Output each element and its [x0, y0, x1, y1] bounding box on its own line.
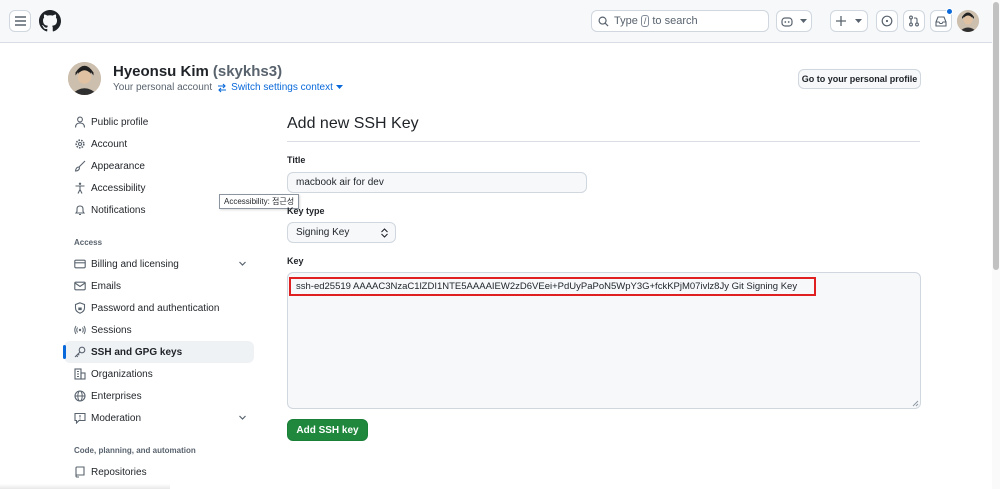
key-type-select[interactable]: Signing Key: [287, 222, 396, 243]
title-divider: [287, 141, 920, 142]
avatar-image: [957, 10, 979, 32]
sidebar-item-label: Notifications: [91, 204, 146, 216]
bell-icon: [74, 205, 86, 216]
sidebar-item-moderation[interactable]: Moderation: [64, 407, 254, 429]
sidebar-item-repositories[interactable]: Repositories: [64, 461, 254, 483]
switch-settings-context-link[interactable]: Switch settings context: [217, 82, 343, 93]
search-prefix-text: Type: [614, 15, 638, 27]
sidebar-item-label: Enterprises: [91, 390, 142, 402]
sidebar-item-password-authentication[interactable]: Password and authentication: [64, 297, 254, 319]
credit-card-icon: [74, 259, 86, 269]
sidebar-item-label: Accessibility: [91, 182, 146, 194]
sidebar-item-label: Public profile: [91, 116, 149, 128]
key-value-highlighted: ssh-ed25519 AAAAC3NzaC1lZDI1NTE5AAAAIEW2…: [289, 277, 816, 296]
gear-icon: [75, 139, 85, 149]
sidebar-item-label: Account: [91, 138, 128, 150]
sidebar-item-emails[interactable]: Emails: [64, 275, 254, 297]
resize-handle-icon[interactable]: [912, 400, 919, 407]
sidebar-item-billing[interactable]: Billing and licensing: [64, 253, 254, 275]
caret-down-icon: [335, 85, 343, 89]
sidebar-item-public-profile[interactable]: Public profile: [64, 111, 254, 133]
chevron-down-icon: [855, 18, 862, 23]
chevron-down-icon: [800, 18, 807, 23]
copilot-button[interactable]: [776, 10, 812, 32]
key-label: Key: [287, 256, 304, 266]
avatar-image: [68, 62, 101, 95]
profile-avatar: [68, 62, 101, 95]
key-icon: [74, 346, 86, 358]
page-bottom-shadow: [0, 484, 170, 489]
mail-icon: [74, 281, 86, 291]
search-shortcut-key: /: [640, 15, 650, 27]
pull-request-icon: [909, 15, 919, 27]
sidebar-item-label: Emails: [91, 280, 122, 292]
sidebar-item-label: Organizations: [91, 368, 153, 380]
profile-name: Hyeonsu Kim (skykhs3): [113, 63, 282, 80]
add-ssh-key-button[interactable]: Add SSH key: [287, 419, 368, 441]
display-name: Hyeonsu Kim: [113, 63, 209, 80]
search-input[interactable]: Type / to search: [591, 10, 769, 32]
create-new-button[interactable]: [830, 10, 868, 32]
key-type-label: Key type: [287, 206, 325, 216]
pull-requests-button[interactable]: [903, 10, 925, 32]
copilot-icon: [781, 16, 793, 27]
github-logo-icon[interactable]: [39, 10, 61, 32]
sidebar-item-label: Appearance: [91, 160, 145, 172]
user-avatar-menu[interactable]: [957, 10, 979, 32]
select-arrows-icon: [381, 228, 388, 238]
key-type-selected-value: Signing Key: [296, 227, 350, 238]
shield-lock-icon: [74, 302, 86, 314]
title-label: Title: [287, 155, 306, 165]
sidebar-item-label: Moderation: [91, 412, 142, 424]
sidebar-item-ssh-gpg-keys[interactable]: SSH and GPG keys: [63, 341, 254, 363]
inbox-icon: [935, 15, 947, 27]
scrollbar-thumb[interactable]: [993, 2, 999, 270]
plus-icon: [836, 16, 846, 26]
accessibility-icon: [75, 182, 85, 194]
sidebar-item-label: Repositories: [91, 466, 147, 478]
title-input[interactable]: macbook air for dev: [287, 172, 587, 193]
paintbrush-icon: [74, 160, 86, 172]
report-icon: [74, 412, 86, 424]
search-icon: [598, 16, 609, 27]
sidebar-item-enterprises[interactable]: Enterprises: [64, 385, 254, 407]
chevron-down-icon[interactable]: [237, 258, 248, 269]
sidebar-item-label: Password and authentication: [91, 302, 220, 314]
switch-settings-context-label: Switch settings context: [231, 82, 333, 93]
page-title: Add new SSH Key: [287, 115, 419, 132]
search-suffix-text: to search: [652, 15, 698, 27]
broadcast-icon: [74, 325, 86, 335]
sidebar-item-label: Sessions: [91, 324, 132, 336]
sidebar-item-appearance[interactable]: Appearance: [64, 155, 254, 177]
sidebar-section-code-planning: Code, planning, and automation: [74, 446, 196, 455]
globe-icon: [74, 390, 86, 402]
sidebar-item-label: Billing and licensing: [91, 258, 179, 270]
arrow-switch-icon: [218, 83, 227, 92]
repo-icon: [75, 466, 85, 478]
issues-button[interactable]: [876, 10, 898, 32]
sidebar-section-access: Access: [74, 238, 103, 247]
organization-icon: [74, 368, 86, 380]
issue-icon: [881, 15, 893, 27]
person-icon: [74, 116, 86, 128]
username: (skykhs3): [212, 63, 283, 80]
menu-button[interactable]: [9, 10, 31, 32]
sidebar-item-organizations[interactable]: Organizations: [64, 363, 254, 385]
personal-account-label: Your personal account: [113, 82, 213, 93]
account-context: Your personal account Switch settings co…: [113, 82, 343, 93]
notification-indicator: [946, 8, 953, 15]
sidebar-item-account[interactable]: Account: [64, 133, 254, 155]
sidebar-item-sessions[interactable]: Sessions: [64, 319, 254, 341]
sidebar-item-label: SSH and GPG keys: [91, 346, 183, 358]
hamburger-icon: [14, 16, 26, 26]
chevron-down-icon[interactable]: [237, 412, 248, 423]
go-to-profile-button[interactable]: Go to your personal profile: [798, 69, 921, 89]
